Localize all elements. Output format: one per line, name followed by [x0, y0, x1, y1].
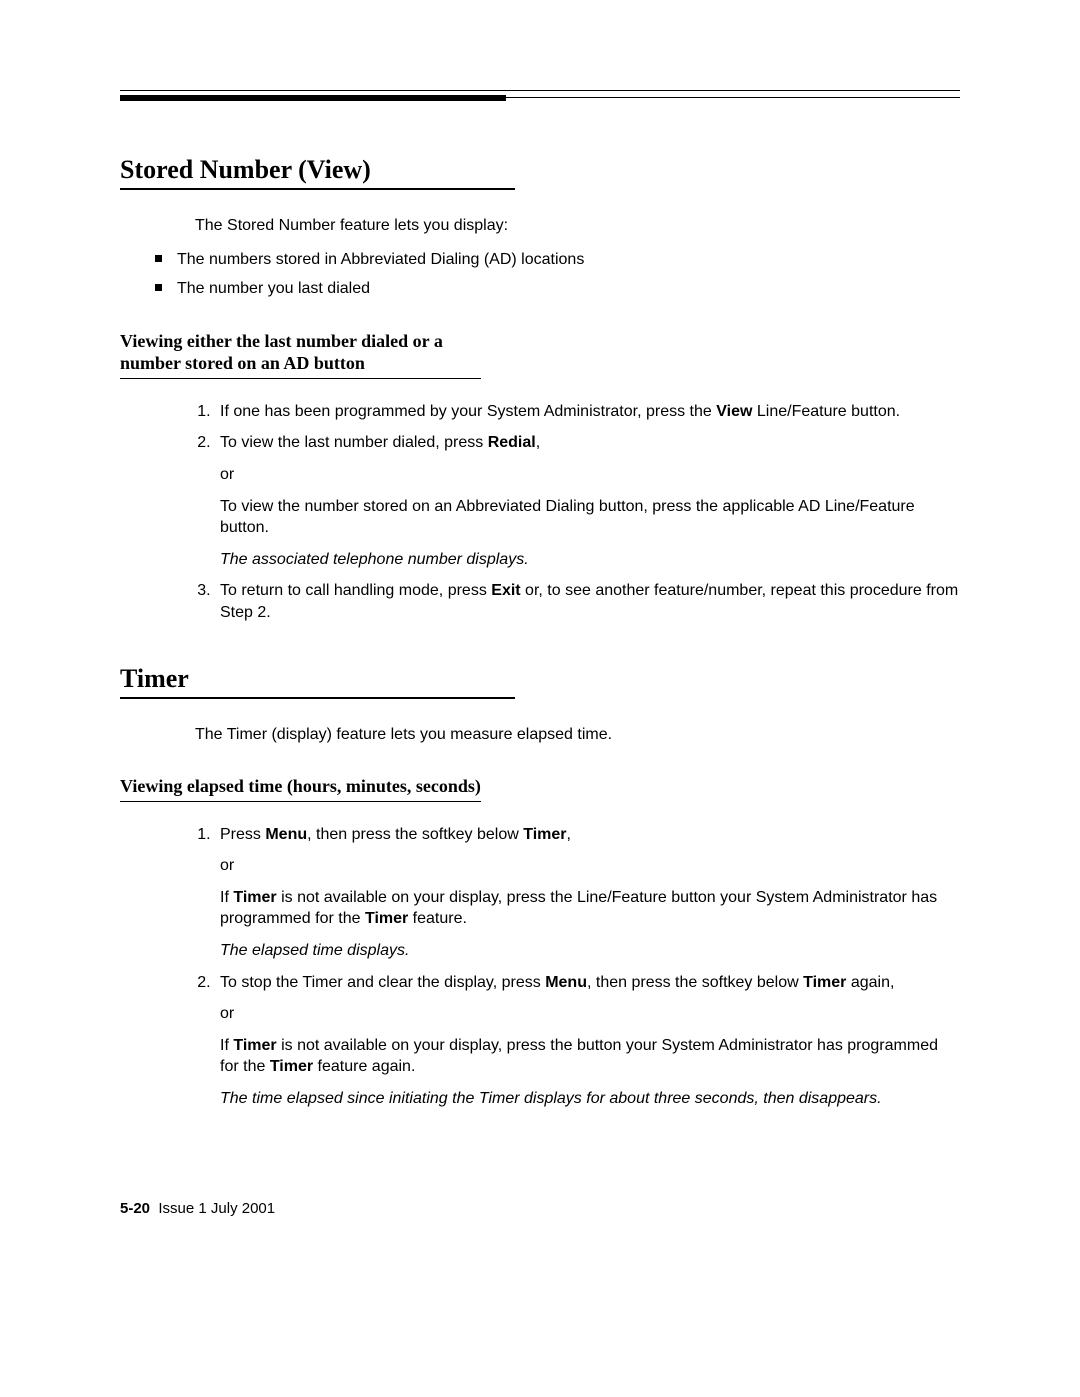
timer-steps: Press Menu, then press the softkey below…	[155, 824, 960, 1110]
step-text: To return to call handling mode, press	[220, 582, 491, 599]
bold-view: View	[716, 403, 752, 420]
step-item: To stop the Timer and clear the display,…	[215, 972, 960, 1110]
bold-menu: Menu	[545, 974, 587, 991]
step-text: ,	[567, 826, 571, 843]
timer-intro: The Timer (display) feature lets you mea…	[195, 724, 960, 746]
step-item: Press Menu, then press the softkey below…	[215, 824, 960, 962]
bold-timer: Timer	[523, 826, 566, 843]
page-number: 5-20	[120, 1200, 150, 1217]
step-result: The associated telephone number displays…	[220, 549, 960, 571]
step-item: If one has been programmed by your Syste…	[215, 401, 960, 423]
step-or: or	[220, 464, 960, 486]
header-thick-bar	[120, 95, 506, 101]
step-text: , then press the softkey below	[307, 826, 523, 843]
stored-number-intro: The Stored Number feature lets you displ…	[195, 215, 960, 237]
step-item: To view the last number dialed, press Re…	[215, 432, 960, 570]
step-text: If	[220, 889, 233, 906]
bold-timer: Timer	[233, 1037, 276, 1054]
page-footer: 5-20 Issue 1 July 2001	[120, 1200, 960, 1217]
subsection-title-view-last-number: Viewing either the last number dialed or…	[120, 330, 481, 379]
step-text: If Timer is not available on your displa…	[220, 887, 960, 930]
bold-redial: Redial	[488, 434, 536, 451]
step-text: To stop the Timer and clear the display,…	[220, 974, 545, 991]
stored-number-bullets: The numbers stored in Abbreviated Dialin…	[155, 249, 960, 300]
bold-timer: Timer	[365, 910, 408, 927]
list-item: The number you last dialed	[155, 278, 960, 300]
step-text: Line/Feature button.	[752, 403, 900, 420]
step-or: or	[220, 1003, 960, 1025]
bold-timer: Timer	[233, 889, 276, 906]
step-item: To return to call handling mode, press E…	[215, 580, 960, 623]
bold-timer: Timer	[803, 974, 846, 991]
page-content: Stored Number (View) The Stored Number f…	[0, 0, 1080, 1277]
step-text: is not available on your display, press …	[220, 889, 937, 928]
step-text: To view the number stored on an Abbrevia…	[220, 496, 960, 539]
bold-exit: Exit	[491, 582, 520, 599]
step-text: Press	[220, 826, 265, 843]
bold-menu: Menu	[265, 826, 307, 843]
subsection-title-elapsed-time: Viewing elapsed time (hours, minutes, se…	[120, 775, 481, 802]
step-text: To view the last number dialed, press	[220, 434, 488, 451]
step-text: again,	[846, 974, 894, 991]
header-rule	[120, 90, 960, 105]
step-text: , then press the softkey below	[587, 974, 803, 991]
section-title-timer: Timer	[120, 664, 515, 699]
step-text: If	[220, 1037, 233, 1054]
bold-timer: Timer	[270, 1058, 313, 1075]
header-thin-line	[506, 97, 960, 98]
step-result: The time elapsed since initiating the Ti…	[220, 1088, 960, 1110]
issue-date: Issue 1 July 2001	[158, 1200, 275, 1217]
step-result: The elapsed time displays.	[220, 940, 960, 962]
step-text: feature again.	[313, 1058, 415, 1075]
step-text: If Timer is not available on your displa…	[220, 1035, 960, 1078]
list-item: The numbers stored in Abbreviated Dialin…	[155, 249, 960, 271]
section-title-stored-number: Stored Number (View)	[120, 155, 515, 190]
step-text: ,	[536, 434, 540, 451]
step-or: or	[220, 855, 960, 877]
step-text: feature.	[408, 910, 467, 927]
stored-number-steps: If one has been programmed by your Syste…	[155, 401, 960, 624]
step-text: If one has been programmed by your Syste…	[220, 403, 716, 420]
